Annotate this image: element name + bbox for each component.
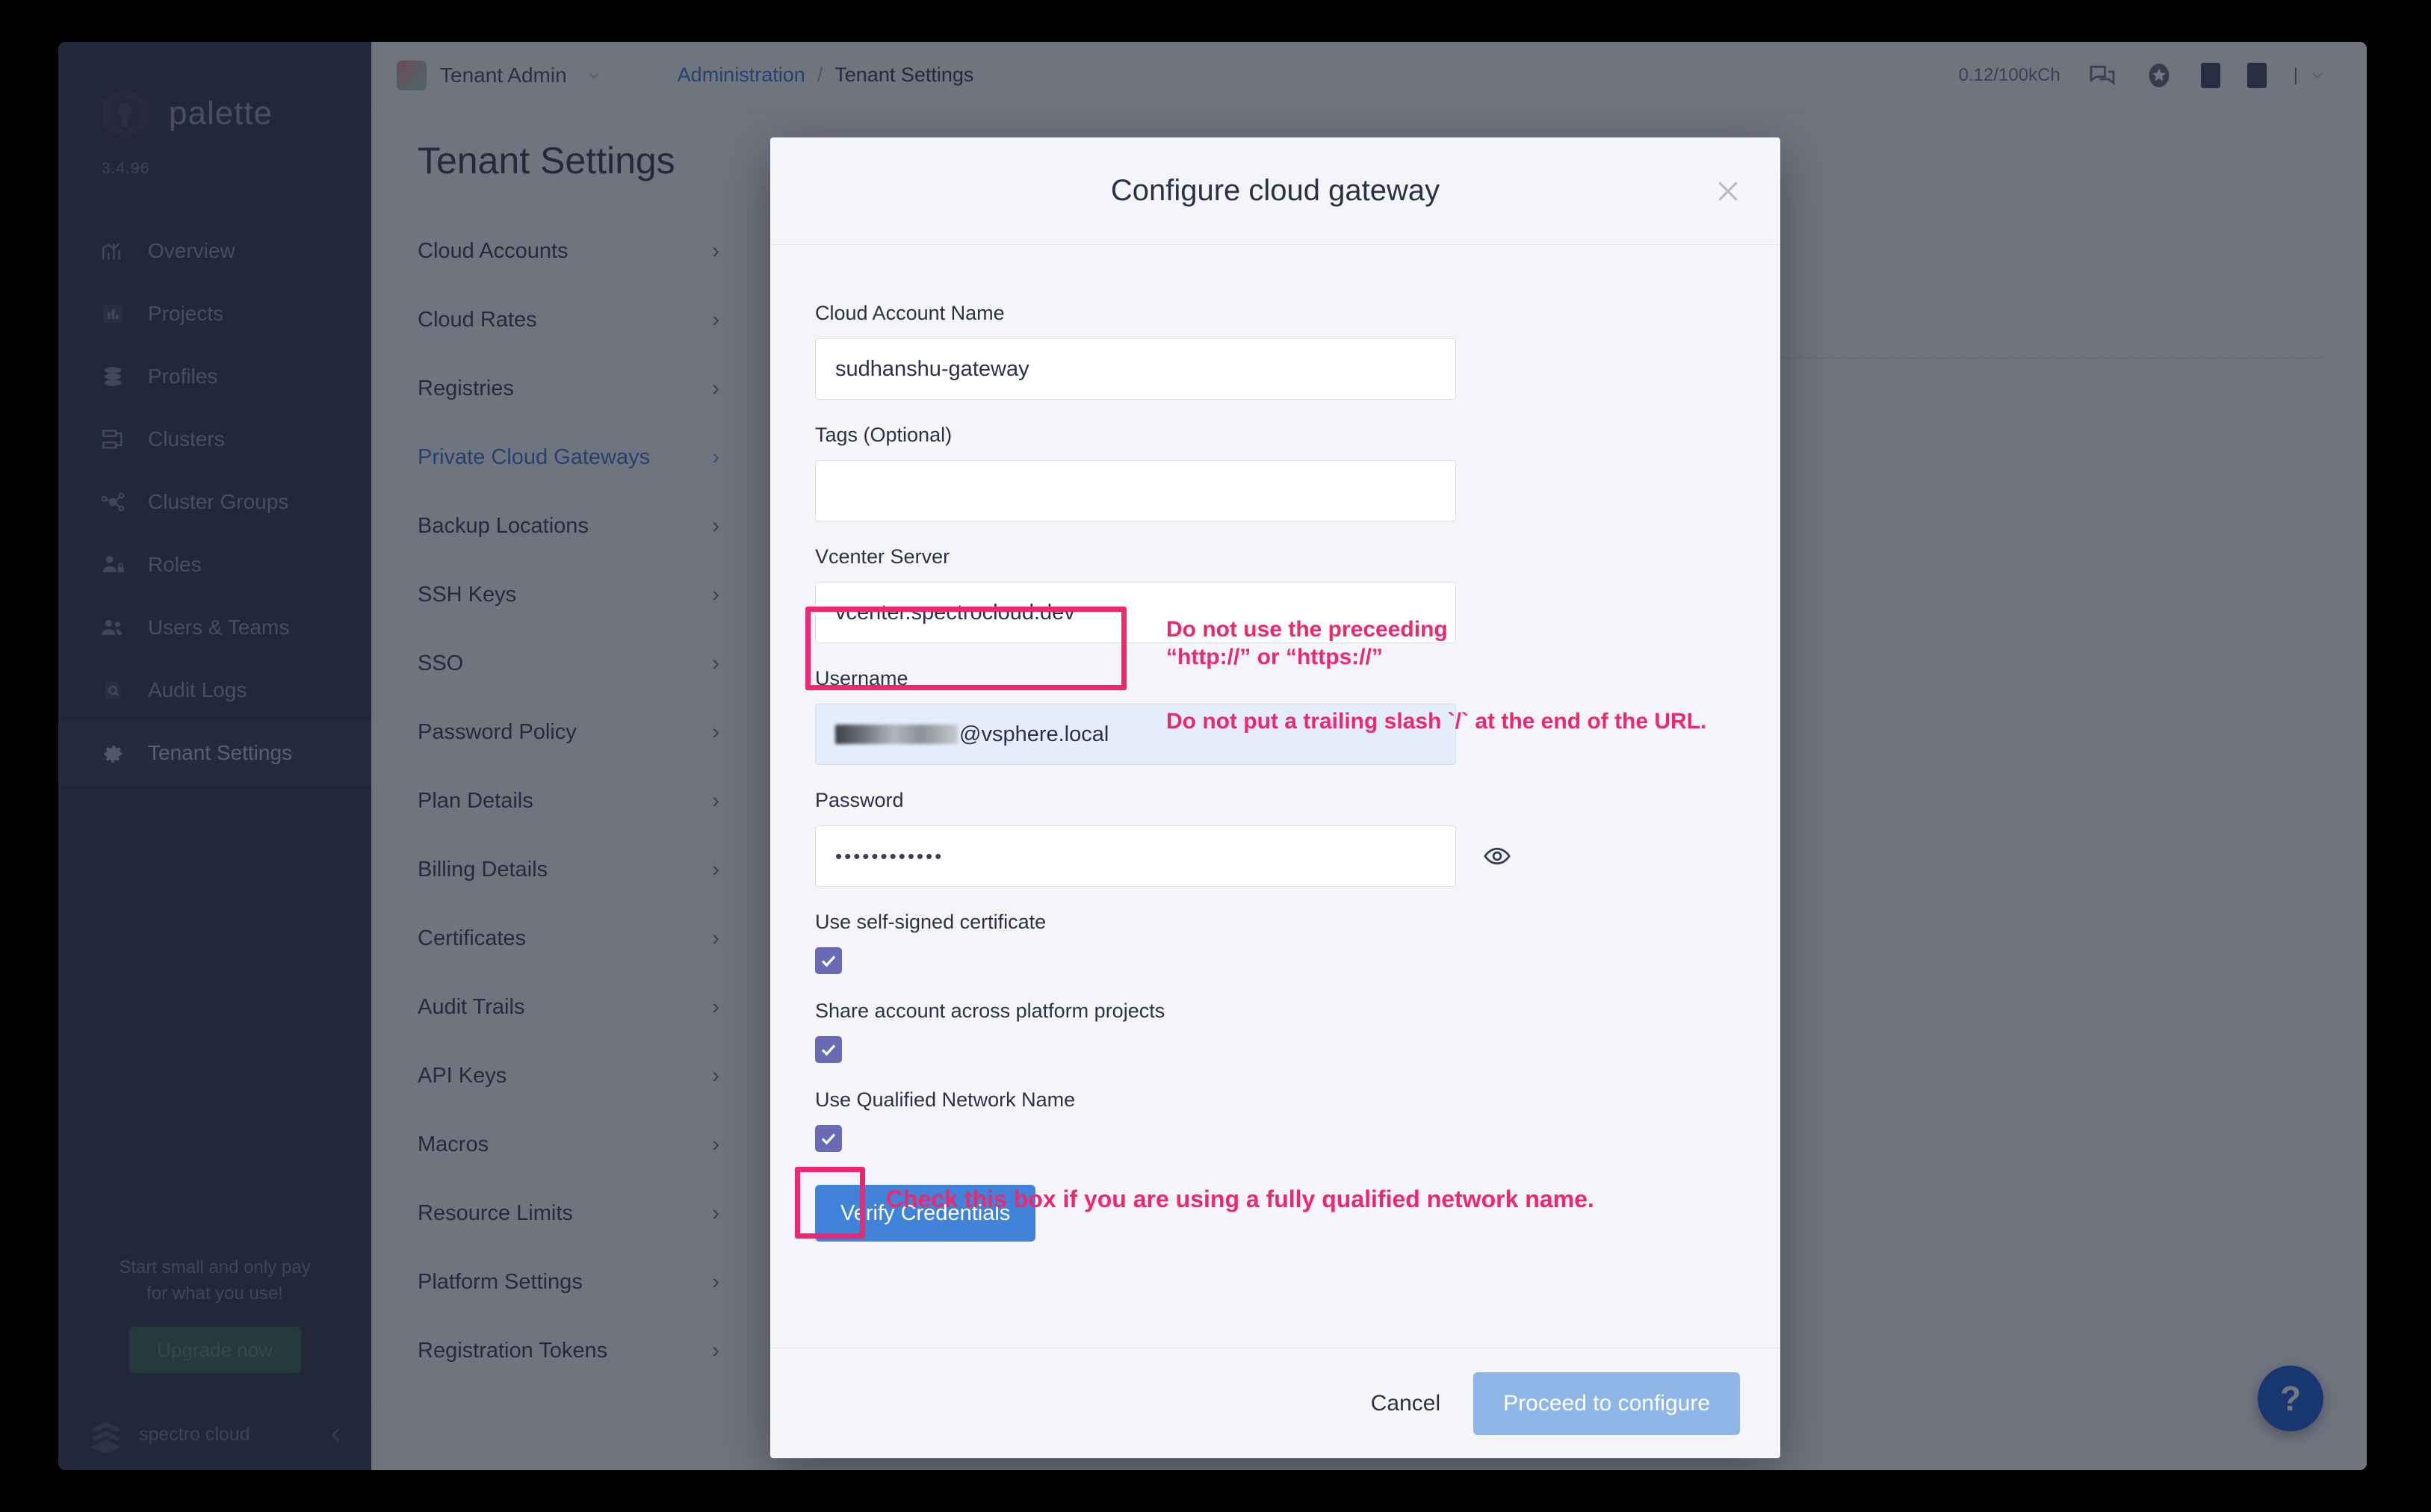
modal-title: Configure cloud gateway [1110,174,1440,207]
cloud-account-name-input[interactable]: sudhanshu-gateway [815,338,1456,400]
modal-footer: Cancel Proceed to configure [770,1348,1780,1458]
annotation-text-qualified-network-name: Check this box if you are using a fully … [886,1186,1594,1212]
field-password: Password •••••••••••• [815,789,1735,887]
screenshot-root: palette 3.4.96 Overview [0,0,2431,1512]
qualified-network-name-checkbox[interactable] [815,1125,842,1152]
field-cloud-account-name: Cloud Account Name sudhanshu-gateway [815,302,1735,400]
eye-icon[interactable] [1483,842,1511,870]
proceed-to-configure-button[interactable]: Proceed to configure [1473,1372,1740,1435]
cancel-button[interactable]: Cancel [1371,1391,1440,1416]
modal-header: Configure cloud gateway [770,137,1780,245]
checkbox-qualified-network-name: Use Qualified Network Name [815,1088,1735,1152]
password-masked-value: •••••••••••• [835,844,944,867]
check-icon [821,955,836,967]
modal-body: Cloud Account Name sudhanshu-gateway Tag… [770,245,1780,1348]
redacted-username [835,725,958,744]
check-icon [821,1133,836,1145]
password-input[interactable]: •••••••••••• [815,825,1456,887]
checkbox-share-account: Share account across platform projects [815,1000,1735,1063]
label-password: Password [815,789,904,811]
tags-input[interactable] [815,460,1456,521]
close-icon[interactable] [1713,176,1743,206]
label-vcenter-server: Vcenter Server [815,545,950,568]
username-domain: @vsphere.local [959,722,1109,746]
label-tags: Tags (Optional) [815,424,953,446]
password-row: •••••••••••• [815,825,1735,887]
label-cloud-account-name: Cloud Account Name [815,302,1005,324]
label-qualified-network-name: Use Qualified Network Name [815,1088,1076,1111]
share-account-checkbox[interactable] [815,1036,842,1063]
configure-cloud-gateway-modal: Configure cloud gateway Cloud Account Na… [770,137,1780,1458]
checkbox-self-signed-certificate: Use self-signed certificate [815,911,1735,974]
label-share-account: Share account across platform projects [815,1000,1165,1022]
self-signed-certificate-checkbox[interactable] [815,947,842,974]
check-icon [821,1044,836,1056]
label-self-signed-certificate: Use self-signed certificate [815,911,1047,933]
annotation-text-vcenter-slash: Do not put a trailing slash `/` at the e… [1166,709,1707,734]
app-window: palette 3.4.96 Overview [58,42,2367,1470]
field-tags: Tags (Optional) [815,424,1735,521]
annotation-text-vcenter-scheme: Do not use the preceeding “http://” or “… [1166,617,1448,669]
